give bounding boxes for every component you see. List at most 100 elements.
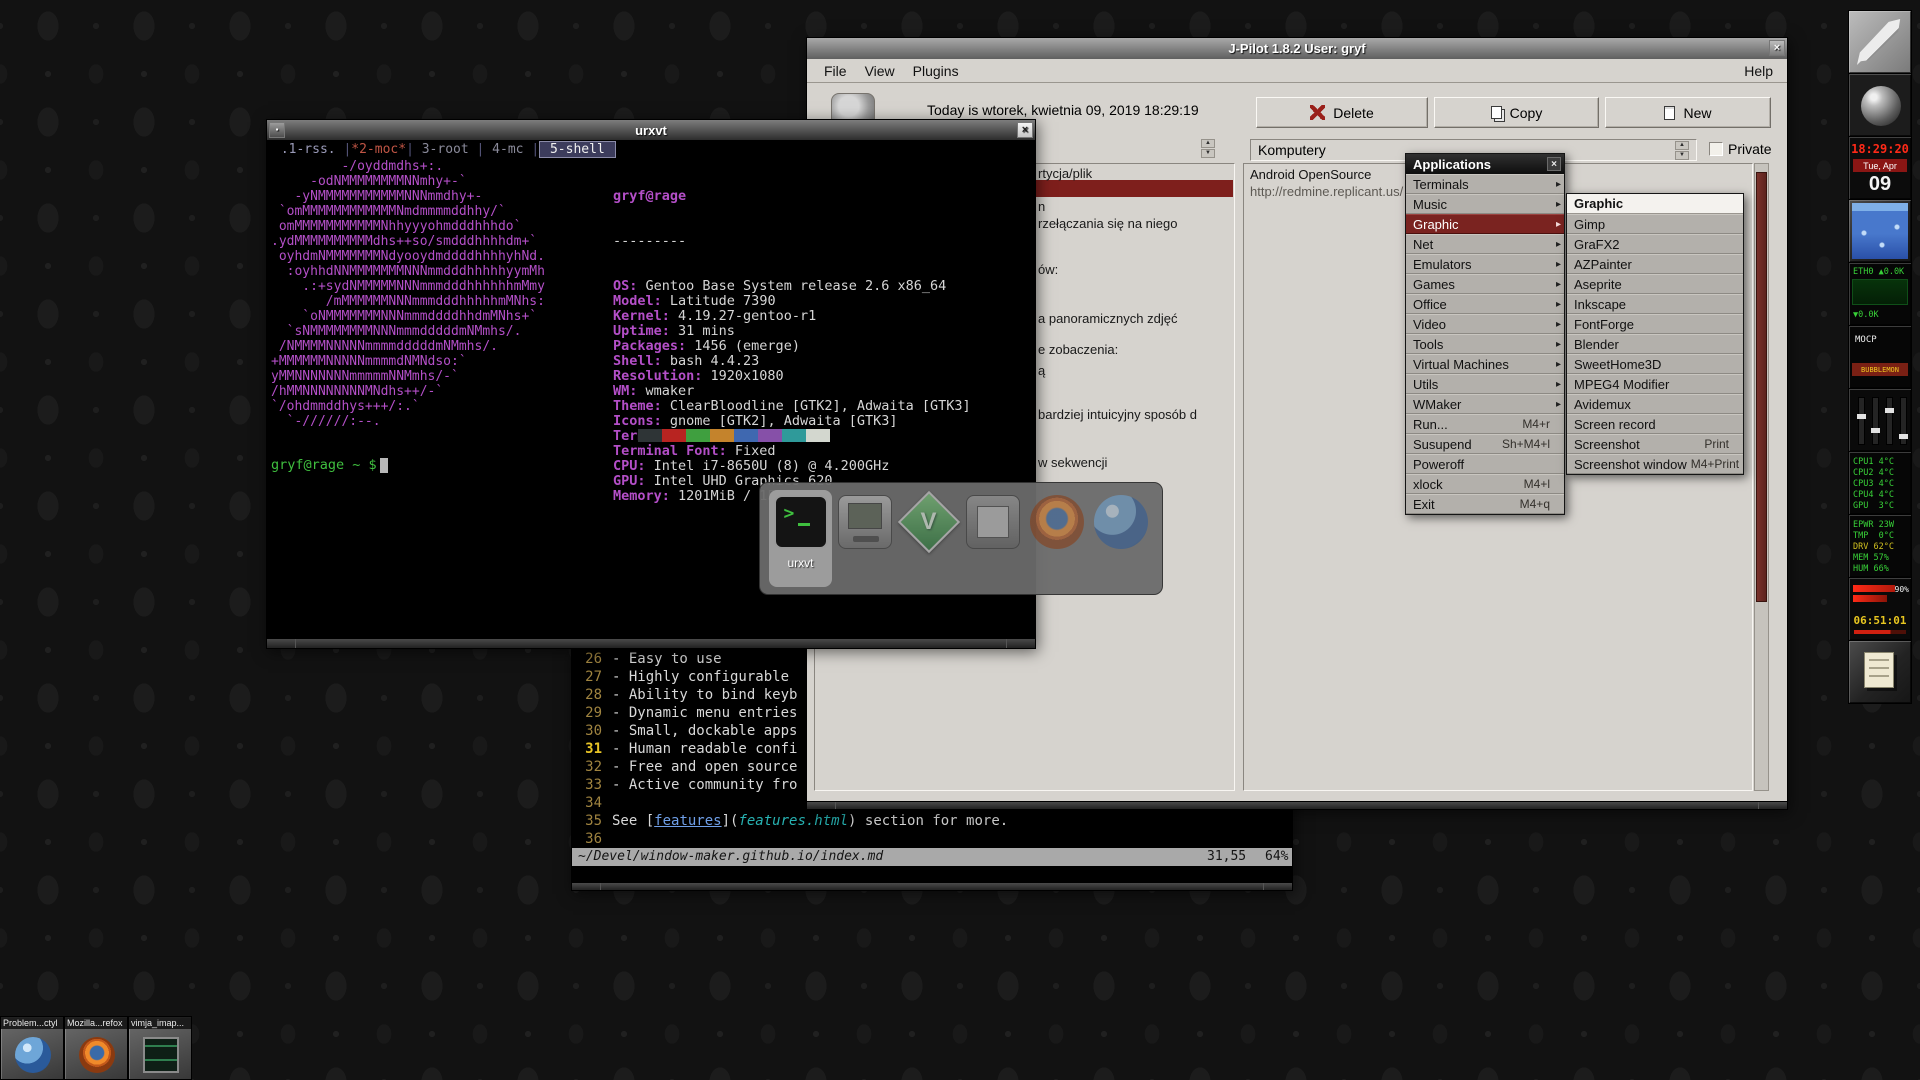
- menu-item-poweroff[interactable]: Poweroff: [1406, 454, 1564, 474]
- menu-item-susupend[interactable]: SusupendSh+M4+l: [1406, 434, 1564, 454]
- menu-item-music[interactable]: Music▸: [1406, 194, 1564, 214]
- menu-item-emulators[interactable]: Emulators▸: [1406, 254, 1564, 274]
- menu-item-terminals[interactable]: Terminals▸: [1406, 174, 1564, 194]
- menu-item-inkscape[interactable]: Inkscape: [1567, 294, 1743, 314]
- switcher-slot-browser-globe[interactable]: [1089, 490, 1152, 587]
- menu-item-run[interactable]: Run...M4+r: [1406, 414, 1564, 434]
- neofetch-info-lines: OS: Gentoo Base System release 2.6 x86_6…: [613, 279, 971, 504]
- menu-item-xlock[interactable]: xlockM4+l: [1406, 474, 1564, 494]
- spinner-down-icon[interactable]: ▼: [1675, 151, 1689, 160]
- menu-item-screenshot[interactable]: ScreenshotPrint: [1567, 434, 1743, 454]
- close-icon[interactable]: ×: [1769, 40, 1785, 56]
- vim-text-segment: See [: [612, 813, 654, 829]
- pencil-icon: [1856, 18, 1904, 66]
- miniaturize-icon[interactable]: ▪: [269, 122, 285, 138]
- menu-item-azpainter[interactable]: AZPainter: [1567, 254, 1743, 274]
- switcher-slot-urxvt[interactable]: urxvt: [769, 490, 832, 587]
- mixer-slider[interactable]: [1900, 397, 1907, 445]
- menu-item-mpeg4-modifier[interactable]: MPEG4 Modifier: [1567, 374, 1743, 394]
- screen-tab[interactable]: 4-mc: [484, 142, 531, 157]
- menu-item-gimp[interactable]: Gimp: [1567, 214, 1743, 234]
- screen-tab[interactable]: .1-rss.: [273, 142, 343, 157]
- menu-item-wmaker[interactable]: WMaker▸: [1406, 394, 1564, 414]
- palette-swatch: [734, 429, 758, 442]
- menu-item-video[interactable]: Video▸: [1406, 314, 1564, 334]
- dock-tile-sphere[interactable]: [1848, 73, 1912, 137]
- miniwindow-problem-ctyl[interactable]: Problem...ctyl: [0, 1016, 64, 1080]
- jpilot-titlebar[interactable]: J-Pilot 1.8.2 User: gryf ×: [807, 38, 1787, 59]
- menu-item-tools[interactable]: Tools▸: [1406, 334, 1564, 354]
- close-icon[interactable]: ×: [1547, 157, 1561, 171]
- private-checkbox[interactable]: [1709, 142, 1723, 156]
- urxvt-titlebar[interactable]: ▪ urxvt ×: [267, 120, 1035, 140]
- spinner-down-icon[interactable]: ▼: [1201, 149, 1215, 158]
- toolbar-button-copy[interactable]: Copy: [1434, 97, 1599, 128]
- menubar-item-help[interactable]: Help: [1738, 59, 1779, 82]
- dock-tile-clip[interactable]: [1848, 10, 1912, 74]
- memo-scrollbar[interactable]: [1754, 163, 1769, 791]
- mixer-slider[interactable]: [1886, 397, 1893, 445]
- toolbar-button-label: New: [1683, 105, 1711, 121]
- terminal-color-palette: [638, 429, 830, 442]
- menu-item-sweethome3d[interactable]: SweetHome3D: [1567, 354, 1743, 374]
- menu-item-exit[interactable]: ExitM4+q: [1406, 494, 1564, 514]
- menu-item-grafx2[interactable]: GraFX2: [1567, 234, 1743, 254]
- close-icon[interactable]: ×: [1017, 122, 1033, 138]
- dock-tile-clock[interactable]: 18:29:20Tue, Apr09: [1848, 136, 1912, 200]
- menubar-item-view[interactable]: View: [856, 59, 904, 82]
- applications-menu-title[interactable]: Applications ×: [1406, 154, 1564, 174]
- menu-item-fontforge[interactable]: FontForge: [1567, 314, 1743, 334]
- menubar-item-plugins[interactable]: Plugins: [904, 59, 968, 82]
- jpilot-resizebar[interactable]: [807, 801, 1787, 809]
- menu-item-net[interactable]: Net▸: [1406, 234, 1564, 254]
- switcher-slot-vim[interactable]: [897, 490, 960, 587]
- list-spinner[interactable]: ▲ ▼: [1201, 139, 1215, 158]
- menu-item-games[interactable]: Games▸: [1406, 274, 1564, 294]
- dock-tile-bubble[interactable]: [1848, 199, 1912, 263]
- vim-line-text: - Highly configurable: [612, 668, 789, 686]
- menu-item-utils[interactable]: Utils▸: [1406, 374, 1564, 394]
- screen-tab[interactable]: *2-moc*: [351, 142, 406, 157]
- combo-spinner[interactable]: ▲ ▼: [1675, 141, 1689, 160]
- screen-tab[interactable]: 5-shell: [539, 141, 615, 158]
- submenu-arrow-icon: ▸: [1556, 239, 1561, 250]
- toolbar-button-delete[interactable]: Delete: [1256, 97, 1428, 128]
- dock-tile-sensors[interactable]: EPWR 23WTMP 0°CDRV 62°CMEM 57%HUM 66%: [1848, 514, 1912, 578]
- memo-list-fragment: w sekwencji: [1038, 455, 1107, 470]
- menu-item-blender[interactable]: Blender: [1567, 334, 1743, 354]
- menu-item-graphic[interactable]: Graphic▸: [1406, 214, 1564, 234]
- menu-item-virtual-machines[interactable]: Virtual Machines▸: [1406, 354, 1564, 374]
- menu-item-screenshot-window[interactable]: Screenshot windowM4+Print: [1567, 454, 1743, 474]
- dock-tile-temps[interactable]: CPU1 4°CCPU2 4°CCPU3 4°CCPU4 4°CGPU 3°C: [1848, 451, 1912, 515]
- urxvt-resizebar[interactable]: [267, 638, 1035, 648]
- mixer-slider[interactable]: [1872, 397, 1879, 445]
- dock-tile-notes[interactable]: [1848, 640, 1912, 704]
- clock-time: 18:29:20: [1849, 142, 1911, 156]
- mixer-slider[interactable]: [1858, 397, 1865, 445]
- menu-item-aseprite[interactable]: Aseprite: [1567, 274, 1743, 294]
- menu-item-office[interactable]: Office▸: [1406, 294, 1564, 314]
- spinner-up-icon[interactable]: ▲: [1675, 141, 1689, 150]
- spinner-up-icon[interactable]: ▲: [1201, 139, 1215, 148]
- dock-tile-meter[interactable]: 90%06:51:01: [1848, 577, 1912, 641]
- miniwindow-mozilla-refox[interactable]: Mozilla...refox: [64, 1016, 128, 1080]
- dock-tile-mixer[interactable]: [1848, 388, 1912, 452]
- graphic-submenu-title[interactable]: Graphic: [1567, 194, 1743, 214]
- vim-resizebar[interactable]: [572, 882, 1292, 890]
- neofetch-info-line: Kernel: 4.19.27-gentoo-r1: [613, 309, 971, 324]
- switcher-slot-image-viewer[interactable]: [961, 490, 1024, 587]
- scrollbar-thumb[interactable]: [1756, 172, 1767, 602]
- toolbar-button-new[interactable]: New: [1605, 97, 1771, 128]
- dock-tile-mocp[interactable]: MOCPBUBBLEMON: [1848, 325, 1912, 389]
- neofetch-label: WM:: [613, 383, 637, 399]
- dock-tile-net[interactable]: ETH0 ▲0.0K▼0.0K: [1848, 262, 1912, 326]
- miniwindow-vimja-imap[interactable]: vimja_imap...: [128, 1016, 192, 1080]
- menu-item-avidemux[interactable]: Avidemux: [1567, 394, 1743, 414]
- switcher-slot-pda[interactable]: [833, 490, 896, 587]
- screen-tab[interactable]: |: [531, 142, 539, 157]
- screen-tab[interactable]: |: [406, 142, 414, 157]
- screen-tab[interactable]: 3-root: [414, 142, 477, 157]
- switcher-slot-firefox[interactable]: [1025, 490, 1088, 587]
- menu-item-screen-record[interactable]: Screen record: [1567, 414, 1743, 434]
- menubar-item-file[interactable]: File: [815, 59, 856, 82]
